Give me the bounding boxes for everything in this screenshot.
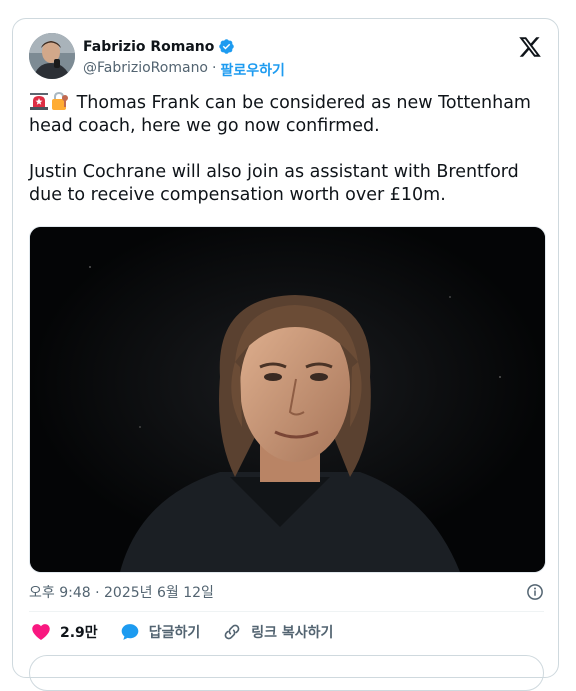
author-name[interactable]: Fabrizio Romano [83, 39, 214, 55]
like-count: 2.9만 [60, 625, 98, 641]
copy-link-label: 링크 복사하기 [251, 625, 334, 641]
tweet-timestamp[interactable]: 오후 9:48 · 2025년 6월 12일 [29, 582, 214, 602]
author-handle[interactable]: @FabrizioRomano [83, 60, 208, 80]
like-button[interactable]: 2.9만 [31, 622, 98, 642]
reply-button[interactable]: 답글하기 [120, 622, 201, 642]
author-avatar[interactable] [29, 33, 75, 79]
tweet-photo[interactable] [29, 226, 546, 573]
link-icon [224, 624, 240, 640]
lock-emoji-icon [52, 91, 68, 110]
tweet-text: Thomas Frank can be considered as new To… [29, 91, 549, 230]
x-logo-icon[interactable] [518, 35, 542, 59]
heart-icon [32, 624, 50, 640]
action-bar: 2.9만 답글하기 링크 복사하기 [31, 622, 355, 642]
tweet-card[interactable]: Fabrizio Romano @FabrizioRomano · 팔로우하기 [12, 18, 559, 691]
separator-dot: · [212, 60, 217, 76]
copy-link-button[interactable]: 링크 복사하기 [222, 622, 333, 642]
verified-badge-icon [219, 39, 235, 54]
reply-label: 답글하기 [148, 625, 201, 641]
reply-bubble-icon [121, 624, 139, 640]
tweet-paragraph-1: Thomas Frank can be considered as new To… [29, 93, 531, 136]
tweet-paragraph-2: Justin Cochrane will also join as assist… [29, 162, 519, 205]
read-replies-button[interactable] [29, 655, 544, 691]
follow-button[interactable]: 팔로우하기 [220, 60, 284, 80]
siren-emoji-icon [30, 93, 48, 110]
divider [29, 611, 544, 612]
info-icon[interactable] [526, 583, 544, 601]
